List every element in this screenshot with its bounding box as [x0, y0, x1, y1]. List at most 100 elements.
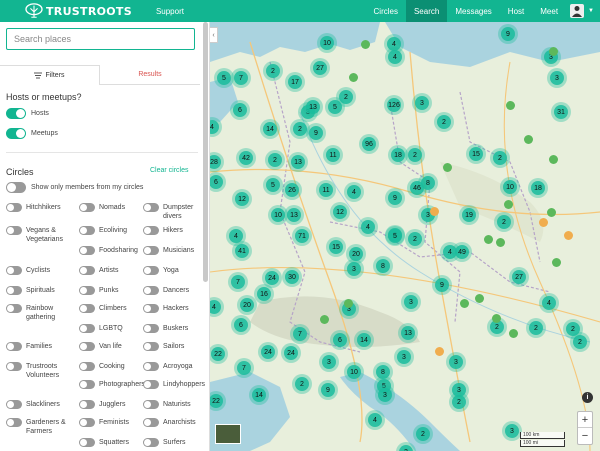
- circle-filter-item[interactable]: Spirituals: [6, 286, 76, 295]
- host-cluster-marker[interactable]: 3: [446, 352, 466, 372]
- host-dot[interactable]: [443, 163, 452, 172]
- host-cluster-marker[interactable]: 10: [344, 362, 364, 382]
- circle-filter-item[interactable]: Slackliners: [6, 400, 76, 409]
- host-cluster-marker[interactable]: 2: [494, 212, 514, 232]
- host-cluster-marker[interactable]: 3: [502, 421, 522, 441]
- circle-filter-item[interactable]: Gardeners & Farmers: [6, 418, 76, 436]
- circle-filter-item[interactable]: Punks: [79, 286, 149, 295]
- host-cluster-marker[interactable]: 42: [236, 148, 256, 168]
- circle-filter-item[interactable]: Ecoliving: [79, 226, 149, 235]
- circle-filter-item[interactable]: Rainbow gathering: [6, 304, 76, 322]
- circle-filter-item[interactable]: Sailors: [143, 342, 203, 351]
- zoom-out-button[interactable]: −: [578, 428, 592, 444]
- circle-filter-item[interactable]: Acroyoga: [143, 362, 203, 371]
- host-dot[interactable]: [460, 299, 469, 308]
- host-cluster-marker[interactable]: 4: [385, 47, 405, 67]
- circle-toggle[interactable]: [6, 203, 22, 212]
- host-cluster-marker[interactable]: 3: [412, 93, 432, 113]
- host-cluster-marker[interactable]: 2: [336, 87, 356, 107]
- circle-toggle[interactable]: [6, 362, 22, 371]
- circle-toggle[interactable]: [79, 203, 95, 212]
- host-cluster-marker[interactable]: 27: [509, 267, 529, 287]
- circle-filter-item[interactable]: Jugglers: [79, 400, 149, 409]
- circle-toggle[interactable]: [6, 418, 22, 427]
- host-cluster-marker[interactable]: 46: [407, 178, 427, 198]
- host-cluster-marker[interactable]: 4: [365, 410, 385, 430]
- circle-filter-item[interactable]: Lindyhoppers: [143, 380, 205, 389]
- user-menu[interactable]: ▼: [566, 0, 600, 22]
- circle-toggle[interactable]: [143, 362, 159, 371]
- host-cluster-marker[interactable]: 9: [318, 380, 338, 400]
- circle-filter-item[interactable]: Hackers: [143, 304, 203, 313]
- host-cluster-marker[interactable]: 3: [394, 347, 414, 367]
- meetup-dot[interactable]: [435, 347, 444, 356]
- host-cluster-marker[interactable]: 12: [232, 189, 252, 209]
- host-cluster-marker[interactable]: 18: [528, 178, 548, 198]
- show-only-members-row[interactable]: Show only members from my circles: [6, 182, 143, 193]
- support-link[interactable]: Support: [156, 7, 184, 16]
- host-cluster-marker[interactable]: 20: [237, 295, 257, 315]
- clear-circles-link[interactable]: Clear circles: [150, 167, 189, 174]
- host-cluster-marker[interactable]: 5: [385, 226, 405, 246]
- host-cluster-marker[interactable]: 2: [292, 374, 312, 394]
- circle-toggle[interactable]: [143, 203, 159, 212]
- host-cluster-marker[interactable]: 14: [249, 385, 269, 405]
- host-cluster-marker[interactable]: 12: [330, 202, 350, 222]
- host-dot[interactable]: [492, 314, 501, 323]
- meetup-dot[interactable]: [564, 231, 573, 240]
- search-places-input[interactable]: Search places: [6, 28, 195, 50]
- host-dot[interactable]: [349, 73, 358, 82]
- host-dot[interactable]: [361, 40, 370, 49]
- circle-toggle[interactable]: [143, 304, 159, 313]
- hosts-toggle-row[interactable]: Hosts: [6, 108, 49, 119]
- circle-filter-item[interactable]: Vegans & Vegetarians: [6, 226, 76, 244]
- host-dot[interactable]: [549, 47, 558, 56]
- circle-filter-item[interactable]: Naturists: [143, 400, 203, 409]
- host-cluster-marker[interactable]: 2: [413, 424, 433, 444]
- host-cluster-marker[interactable]: 16: [254, 284, 274, 304]
- host-cluster-marker[interactable]: 13: [288, 152, 308, 172]
- nav-search[interactable]: Search: [405, 0, 448, 22]
- info-icon[interactable]: i: [582, 392, 593, 403]
- host-cluster-marker[interactable]: 6: [230, 100, 250, 120]
- circle-toggle[interactable]: [6, 400, 22, 409]
- circle-filter-item[interactable]: Squatters: [79, 438, 149, 447]
- circle-filter-item[interactable]: Musicians: [143, 246, 203, 255]
- circle-filter-item[interactable]: Photographers: [79, 380, 149, 389]
- host-dot[interactable]: [484, 235, 493, 244]
- host-cluster-marker[interactable]: 13: [303, 97, 323, 117]
- host-dot[interactable]: [496, 238, 505, 247]
- host-cluster-marker[interactable]: 31: [551, 102, 571, 122]
- circle-toggle[interactable]: [79, 438, 95, 447]
- circle-filter-item[interactable]: Artists: [79, 266, 149, 275]
- host-cluster-marker[interactable]: 3: [319, 352, 339, 372]
- host-cluster-marker[interactable]: 2: [265, 150, 285, 170]
- host-cluster-marker[interactable]: 41: [232, 241, 252, 261]
- circle-toggle[interactable]: [79, 286, 95, 295]
- circle-filter-item[interactable]: Hikers: [143, 226, 203, 235]
- host-dot[interactable]: [475, 294, 484, 303]
- circle-filter-item[interactable]: Anarchists: [143, 418, 203, 427]
- circle-toggle[interactable]: [143, 342, 159, 351]
- host-dot[interactable]: [552, 258, 561, 267]
- host-cluster-marker[interactable]: 2: [434, 112, 454, 132]
- host-cluster-marker[interactable]: 5: [263, 175, 283, 195]
- host-dot[interactable]: [509, 329, 518, 338]
- host-cluster-marker[interactable]: 9: [306, 123, 326, 143]
- host-dot[interactable]: [547, 208, 556, 217]
- host-dot[interactable]: [320, 315, 329, 324]
- host-cluster-marker[interactable]: 17: [285, 72, 305, 92]
- host-cluster-marker[interactable]: 15: [326, 237, 346, 257]
- circle-toggle[interactable]: [6, 266, 22, 275]
- meetup-dot[interactable]: [539, 218, 548, 227]
- host-cluster-marker[interactable]: 2: [405, 229, 425, 249]
- circle-toggle[interactable]: [143, 380, 159, 389]
- host-cluster-marker[interactable]: 13: [284, 205, 304, 225]
- host-cluster-marker[interactable]: 7: [231, 68, 251, 88]
- host-cluster-marker[interactable]: 14: [354, 330, 374, 350]
- host-cluster-marker[interactable]: 3: [344, 259, 364, 279]
- circle-toggle[interactable]: [79, 324, 95, 333]
- host-cluster-marker[interactable]: 4: [358, 217, 378, 237]
- circle-toggle[interactable]: [143, 400, 159, 409]
- host-cluster-marker[interactable]: 9: [385, 188, 405, 208]
